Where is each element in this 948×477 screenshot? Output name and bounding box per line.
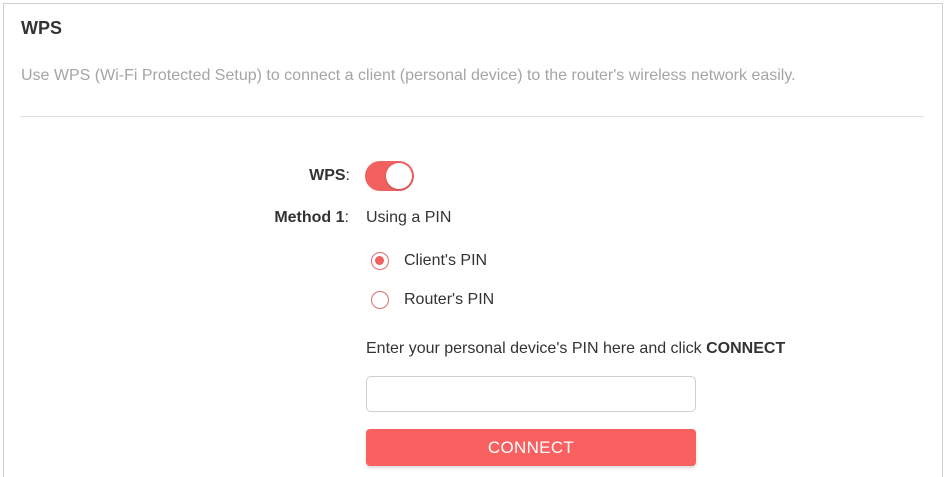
method-label-text: Method 1 [274, 209, 345, 226]
section-title: WPS [21, 18, 63, 38]
wps-label-colon: : [345, 167, 350, 184]
wps-label: WPS: [150, 167, 350, 185]
wps-toggle-knob [386, 163, 412, 189]
method-label-colon: : [344, 209, 349, 226]
radio-unchecked-icon[interactable] [371, 291, 389, 309]
pin-hint: Enter your personal device's PIN here an… [366, 340, 785, 358]
pin-hint-connect: CONNECT [706, 340, 786, 357]
method-label: Method 1: [149, 209, 349, 227]
radio-clients-pin[interactable]: Client's PIN [371, 252, 487, 270]
pin-input[interactable] [366, 376, 696, 412]
wps-label-text: WPS [309, 167, 346, 184]
wps-toggle[interactable] [365, 161, 414, 191]
radio-clients-pin-label: Client's PIN [404, 252, 488, 269]
wps-panel: WPS Use WPS (Wi-Fi Protected Setup) to c… [3, 3, 943, 477]
method-value: Using a PIN [366, 209, 452, 226]
divider [20, 116, 924, 117]
section-description: Use WPS (Wi-Fi Protected Setup) to conne… [21, 67, 796, 84]
pin-hint-text: Enter your personal device's PIN here an… [366, 340, 707, 357]
radio-routers-pin[interactable]: Router's PIN [371, 291, 494, 309]
radio-checked-icon[interactable] [371, 252, 389, 270]
connect-button[interactable]: CONNECT [366, 429, 696, 466]
radio-routers-pin-label: Router's PIN [404, 291, 495, 308]
